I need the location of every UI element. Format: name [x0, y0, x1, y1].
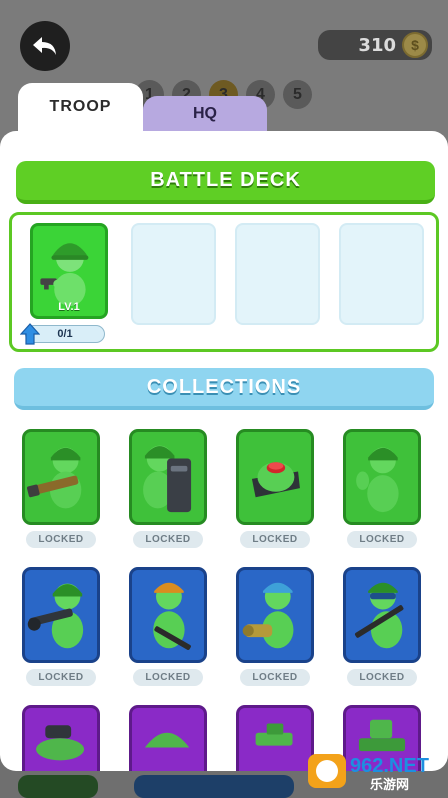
soldier-shield-icon — [143, 445, 192, 513]
collections-title: COLLECTIONS — [14, 368, 434, 410]
locked-label: LOCKED — [240, 669, 310, 686]
unit-helmet[interactable] — [129, 705, 207, 771]
soldier-bazooka-icon — [26, 447, 82, 509]
troop-panel: BATTLE DECK LV.1 0/1 COLLECTIONS LOCKED … — [0, 131, 448, 771]
unit-card — [236, 705, 314, 771]
locked-label: LOCKED — [26, 531, 96, 548]
unit-card — [343, 567, 421, 663]
coin-value: 310 — [358, 34, 396, 56]
soldier-mortar-icon — [27, 583, 84, 649]
bottom-button[interactable] — [18, 775, 98, 798]
deck-card-soldier[interactable]: LV.1 — [30, 223, 108, 319]
soldier-rifle-icon — [153, 582, 191, 650]
deck-slot-empty[interactable] — [339, 223, 424, 325]
unit-card — [22, 429, 100, 525]
unit-turret[interactable] — [236, 705, 314, 771]
watermark-logo: 962.NET 乐游网 — [308, 754, 429, 792]
locked-label: LOCKED — [347, 531, 417, 548]
unit-card — [22, 705, 100, 771]
unit-sniper[interactable]: LOCKED — [343, 567, 421, 686]
level-dot: 5 — [283, 80, 312, 109]
unit-card — [343, 429, 421, 525]
unit-card — [129, 705, 207, 771]
locked-label: LOCKED — [133, 531, 203, 548]
unit-card — [236, 429, 314, 525]
card-level: LV.1 — [58, 301, 80, 313]
cannon-icon — [36, 725, 85, 761]
unit-riot-shield[interactable]: LOCKED — [129, 429, 207, 548]
battle-deck: LV.1 0/1 — [9, 212, 439, 352]
back-arrow-icon — [33, 37, 56, 55]
bottom-button[interactable] — [134, 775, 294, 798]
deck-slot-empty[interactable] — [235, 223, 320, 325]
unit-cannon[interactable] — [22, 705, 100, 771]
helmet-icon — [144, 732, 190, 748]
unit-card — [22, 567, 100, 663]
upgrade-arrow-icon — [20, 323, 40, 345]
coin-counter: 310 $ — [318, 30, 432, 60]
deck-slot-empty[interactable] — [131, 223, 216, 325]
unit-card — [129, 429, 207, 525]
locked-label: LOCKED — [347, 669, 417, 686]
locked-label: LOCKED — [133, 669, 203, 686]
soldier-flamethrower-icon — [242, 582, 294, 649]
back-button[interactable] — [20, 21, 70, 71]
locked-label: LOCKED — [26, 669, 96, 686]
battle-deck-title: BATTLE DECK — [16, 161, 435, 204]
unit-mortar[interactable]: LOCKED — [22, 567, 100, 686]
unit-grenade[interactable]: LOCKED — [343, 429, 421, 548]
tab-troop[interactable]: TROOP — [18, 83, 143, 145]
unit-bazooka[interactable]: LOCKED — [22, 429, 100, 548]
turret-icon — [255, 723, 293, 746]
locked-label: LOCKED — [240, 531, 310, 548]
unit-card — [236, 567, 314, 663]
unit-card — [129, 567, 207, 663]
landmine-icon — [251, 462, 300, 498]
watermark-text: 962.NET — [350, 755, 429, 777]
unit-rifle[interactable]: LOCKED — [129, 567, 207, 686]
soldier-sniper-icon — [354, 582, 404, 649]
unit-landmine[interactable]: LOCKED — [236, 429, 314, 548]
unit-flamethrower[interactable]: LOCKED — [236, 567, 314, 686]
coin-icon: $ — [402, 32, 428, 58]
soldier-grenade-icon — [356, 447, 399, 513]
watermark-subtext: 乐游网 — [370, 777, 409, 792]
